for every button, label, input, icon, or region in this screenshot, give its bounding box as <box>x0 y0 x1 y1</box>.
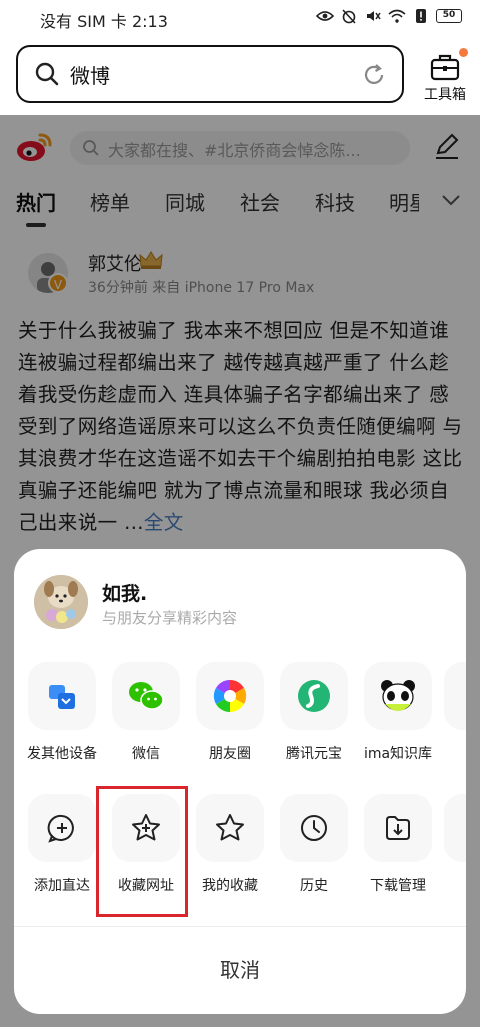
partial-tile-icon <box>444 662 466 730</box>
partial-tile-icon <box>444 794 466 862</box>
clock-icon <box>280 794 348 862</box>
toolbox-icon <box>430 54 460 81</box>
share-send-to-device-label: 发其他设备 <box>27 746 97 762</box>
profile-subtitle: 与朋友分享精彩内容 <box>102 609 238 627</box>
alarm-off-icon <box>340 8 358 24</box>
ima-panda-icon <box>364 662 432 730</box>
history-action[interactable]: 历史 <box>274 794 354 895</box>
alert-icon <box>412 8 430 24</box>
share-ima-label: ima知识库 <box>363 746 433 762</box>
browser-search-bar[interactable]: 微博 <box>16 45 404 103</box>
battery-indicator: 50 <box>436 9 462 23</box>
star-icon <box>196 794 264 862</box>
download-manager-label: 下载管理 <box>370 878 426 894</box>
toolbox-label: 工具箱 <box>424 87 466 103</box>
share-yuanbao-label: 腾讯元宝 <box>286 746 342 762</box>
history-label: 历史 <box>300 878 328 894</box>
moments-icon <box>196 662 264 730</box>
actions-more-partial[interactable] <box>444 794 466 862</box>
actions-row: 添加直达 收藏网址 我的收藏 历史 下载管理 <box>14 794 466 914</box>
share-sheet: 如我. 与朋友分享精彩内容 发其他设备 微信 朋友圈 腾讯元宝 ima知识库 添… <box>14 549 466 1014</box>
download-manager-action[interactable]: 下载管理 <box>358 794 438 895</box>
share-targets-row: 发其他设备 微信 朋友圈 腾讯元宝 ima知识库 <box>14 662 466 782</box>
mute-icon <box>364 8 382 24</box>
status-icons: 50 <box>316 8 462 24</box>
profile-name: 如我. <box>102 583 148 605</box>
search-query[interactable]: 微博 <box>70 60 110 89</box>
yuanbao-icon <box>280 662 348 730</box>
eye-icon <box>316 8 334 24</box>
share-ima[interactable]: ima知识库 <box>358 662 438 763</box>
my-favorites-action[interactable]: 我的收藏 <box>190 794 270 895</box>
share-more-partial[interactable] <box>444 662 466 730</box>
share-yuanbao[interactable]: 腾讯元宝 <box>274 662 354 763</box>
cancel-button[interactable]: 取消 <box>14 927 466 1014</box>
highlight-annotation <box>96 786 188 917</box>
share-wechat-label: 微信 <box>132 746 160 762</box>
download-icon <box>364 794 432 862</box>
refresh-icon[interactable] <box>362 63 386 91</box>
share-moments-label: 朋友圈 <box>209 746 251 762</box>
wifi-icon <box>388 8 406 24</box>
my-favorites-label: 我的收藏 <box>202 878 258 894</box>
search-icon <box>34 61 60 91</box>
add-shortcut-action[interactable]: 添加直达 <box>22 794 102 895</box>
status-bar: 没有 SIM 卡 2:13 50 <box>0 0 480 36</box>
wechat-icon <box>112 662 180 730</box>
status-carrier-time: 没有 SIM 卡 2:13 <box>40 12 168 31</box>
share-send-to-device[interactable]: 发其他设备 <box>22 662 102 763</box>
add-shortcut-icon <box>28 794 96 862</box>
notification-dot <box>459 48 468 57</box>
toolbox-button[interactable]: 工具箱 <box>420 48 470 104</box>
share-wechat[interactable]: 微信 <box>106 662 186 763</box>
profile-avatar <box>34 575 88 629</box>
send-to-device-icon <box>28 662 96 730</box>
share-moments[interactable]: 朋友圈 <box>190 662 270 763</box>
add-shortcut-label: 添加直达 <box>34 878 90 894</box>
